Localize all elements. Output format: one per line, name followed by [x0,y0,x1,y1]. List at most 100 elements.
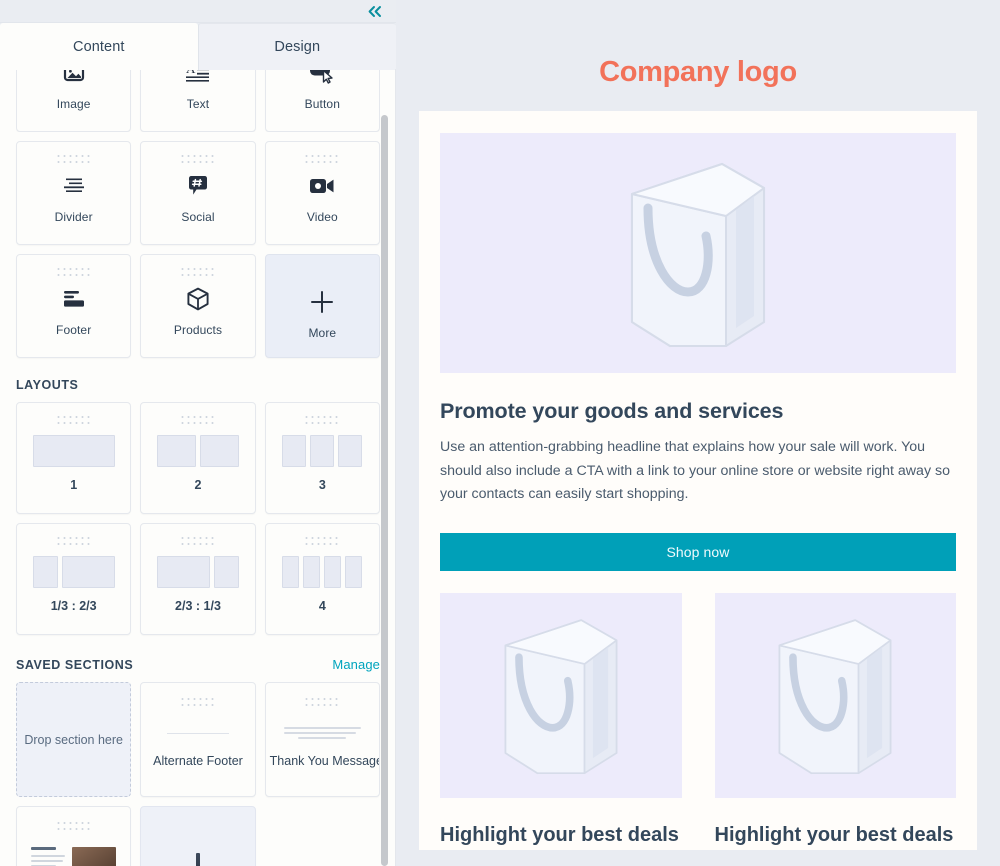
plus-icon [309,287,335,317]
block-products[interactable]: Products [140,254,256,358]
layout-2-3-1-3-label: 2/3 : 1/3 [175,599,221,613]
layout-2-3-1-3[interactable]: 2/3 : 1/3 [140,523,256,635]
drag-handle-icon[interactable] [181,268,214,277]
block-divider-label: Divider [54,209,93,224]
svg-text:A: A [186,70,196,76]
block-video-label: Video [306,209,338,224]
layout-3-label: 3 [318,478,326,492]
drag-handle-icon[interactable] [57,537,90,546]
block-text[interactable]: A Text [140,70,256,132]
saved-section-article[interactable] [16,806,132,866]
section-thumbnail [167,733,229,734]
saved-sections-grid-row-1: Drop section here Alternate Footer Thank… [16,682,380,797]
drag-handle-icon[interactable] [57,268,90,277]
layout-4[interactable]: 4 [264,523,380,635]
drag-handle-icon[interactable] [181,416,214,425]
content-blocks-row-3: Footer Products More [16,254,380,358]
saved-section-dropzone[interactable]: Drop section here [16,682,132,797]
tab-content-label: Content [73,38,125,55]
email-heading[interactable]: Promote your goods and services [440,399,956,424]
block-more[interactable]: More [264,254,380,358]
layout-2-label: 2 [194,478,202,492]
thumbnail-image [72,847,117,866]
block-video[interactable]: Video [264,141,380,245]
sidebar-topbar [0,0,396,23]
products-box-icon [186,284,210,314]
email-column-left-image[interactable] [440,592,682,798]
tab-design[interactable]: Design [197,23,396,70]
saved-section-alternate-footer[interactable]: Alternate Footer [140,682,256,797]
tab-content[interactable]: Content [0,23,198,70]
block-button[interactable]: Button [264,70,380,132]
layout-2-3-1-3-preview [156,555,239,589]
layouts-grid-row-2: 1/3 : 2/3 2/3 : 1/3 4 [16,523,380,635]
block-button-label: Button [304,96,340,111]
section-thumbnail [283,727,361,742]
layout-3[interactable]: 3 [264,402,380,514]
video-camera-icon [309,171,335,201]
block-image[interactable]: Image [16,70,132,132]
shop-now-button[interactable]: Shop now [440,532,956,571]
saved-sections-header: SAVED SECTIONS Manage [16,657,380,672]
email-column-left: Highlight your best deals [440,592,682,850]
saved-section-alternate-footer-label: Alternate Footer [153,754,243,768]
block-image-label: Image [56,96,91,111]
content-blocks-row-2: Divider Social Video [16,141,380,245]
email-editor-app: Content Design Image Text Button Divider… [0,0,1000,866]
block-text-label: Text [186,96,210,111]
layout-1-preview [32,434,115,468]
shopping-bag-illustration [630,162,766,348]
drag-handle-icon[interactable] [305,698,339,707]
editor-sidebar: Content Design Image Text Button Divider… [0,0,396,866]
drag-handle-icon[interactable] [305,537,339,546]
block-footer[interactable]: Footer [16,254,132,358]
saved-sections-grid-row-2 [16,806,380,866]
drag-handle-icon[interactable] [181,537,214,546]
drag-handle-icon[interactable] [181,155,214,164]
drag-handle-icon[interactable] [57,822,90,831]
email-two-column-section: Highlight your best deals Highlight your… [440,592,957,850]
email-company-logo[interactable]: Company logo [396,0,1000,111]
layout-2[interactable]: 2 [140,402,256,514]
layout-1-3-2-3-preview [32,555,115,589]
shopping-bag-illustration [778,619,892,775]
email-hero-image[interactable] [440,133,956,373]
tab-design-label: Design [274,39,321,55]
layout-3-preview [281,434,363,468]
layout-1-3-2-3[interactable]: 1/3 : 2/3 [16,523,132,635]
sidebar-scrollbar-thumb[interactable] [381,115,388,866]
block-more-label: More [308,325,337,340]
saved-section-thank-you-message-label: Thank You Message [269,754,379,768]
divider-icon [62,171,86,201]
saved-section-thank-you-message[interactable]: Thank You Message [264,682,380,797]
layout-1[interactable]: 1 [16,402,132,514]
section-thumbnail [195,853,200,866]
block-footer-label: Footer [56,322,92,337]
text-icon: A [185,70,210,88]
email-column-left-heading[interactable]: Highlight your best deals [440,820,682,850]
email-body: Promote your goods and services Use an a… [419,111,977,850]
drag-handle-icon[interactable] [57,416,90,425]
block-row-partial: Image A [16,70,380,132]
drag-handle-icon[interactable] [305,416,339,425]
layout-4-label: 4 [318,599,326,613]
block-social[interactable]: Social [140,141,256,245]
email-paragraph[interactable]: Use an attention-grabbing headline that … [440,436,956,507]
block-social-label: Social [181,209,215,224]
block-products-label: Products [173,322,223,337]
saved-section-pen[interactable] [140,806,256,866]
footer-icon [62,284,86,314]
saved-sections-title: SAVED SECTIONS [16,658,134,672]
sidebar-tabs: Content Design [0,23,396,70]
manage-saved-sections-link[interactable]: Manage [332,657,380,672]
shopping-bag-illustration [504,619,618,775]
drag-handle-icon[interactable] [305,155,339,164]
email-column-right-image[interactable] [714,592,956,798]
block-divider[interactable]: Divider [16,141,132,245]
email-column-right-heading[interactable]: Highlight your best deals [715,820,957,850]
layout-2-preview [156,434,239,468]
drag-handle-icon[interactable] [57,155,90,164]
drag-handle-icon[interactable] [181,698,214,707]
image-icon [63,70,85,88]
social-hashtag-icon [187,171,209,201]
